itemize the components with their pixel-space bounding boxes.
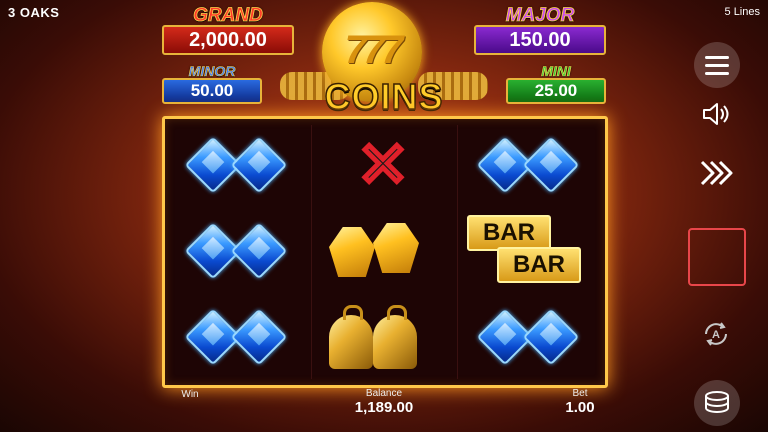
symbol-blue-diamond [169, 209, 309, 295]
balance-value: 1,189.00 [354, 399, 414, 416]
bar-label: BAR [497, 247, 581, 283]
gold-gem-icon [373, 223, 419, 273]
bet-label: Bet [572, 388, 588, 399]
jackpot-major-title: MAJOR [505, 5, 575, 26]
turbo-button[interactable] [698, 158, 734, 188]
blue-diamond-icon [230, 308, 288, 366]
bet-display[interactable]: Bet 1.00 [550, 388, 610, 416]
bell-icon [329, 305, 373, 369]
jackpot-mini-value: 25.00 [506, 78, 606, 104]
balance-label: Balance [365, 388, 403, 399]
brand-logo-text: 3 OAKS [8, 5, 60, 20]
symbol-x: ✕ [315, 123, 455, 209]
game-logo: 777 COINS [280, 0, 488, 118]
jackpot-mini-title: MINI [541, 63, 571, 79]
logo-title: COINS [324, 75, 444, 118]
sound-icon [703, 103, 729, 125]
menu-icon [705, 64, 729, 67]
balance-display: Balance 1,189.00 [334, 388, 434, 416]
win-display: Win [170, 389, 210, 400]
win-label: Win [181, 389, 199, 400]
jackpot-major-value: 150.00 [474, 25, 606, 55]
blue-diamond-icon [522, 308, 580, 366]
gold-gem-icon [329, 227, 375, 277]
menu-icon [705, 72, 729, 75]
blue-diamond-icon [522, 136, 580, 194]
bar-label: BAR [467, 215, 551, 251]
jackpot-major: MAJOR 150.00 [474, 6, 606, 55]
blue-diamond-icon [230, 136, 288, 194]
x-icon: ✕ [356, 131, 411, 200]
jackpot-minor-value: 50.00 [162, 78, 262, 104]
autoplay-button[interactable]: A [700, 318, 732, 350]
autoplay-icon: A [705, 322, 727, 346]
menu-icon [705, 56, 729, 59]
bet-settings-button[interactable] [694, 380, 740, 426]
reel-divider [311, 125, 312, 379]
jackpot-minor-title: MINOR [188, 63, 236, 79]
jackpot-grand: GRAND 2,000.00 [162, 6, 294, 55]
jackpot-minor: MINOR 50.00 [162, 64, 262, 104]
reel-divider [457, 125, 458, 379]
bell-icon [373, 305, 417, 369]
lines-count: 5 Lines [724, 6, 760, 18]
jackpot-grand-title: GRAND [193, 5, 263, 26]
symbol-blue-diamond [169, 295, 309, 381]
spin-button[interactable] [688, 228, 746, 286]
symbol-blue-diamond [461, 123, 601, 209]
fast-forward-icon [700, 160, 733, 186]
symbol-bar: BAR BAR [461, 209, 601, 295]
sound-button[interactable] [700, 100, 732, 128]
bet-value: 1.00 [565, 399, 595, 416]
coin-stack-icon [705, 391, 729, 413]
jackpot-mini: MINI 25.00 [506, 64, 606, 104]
logo-sevens: 777 [344, 28, 404, 72]
menu-button[interactable] [694, 42, 740, 88]
reel-frame: ✕ BAR BAR [162, 116, 608, 388]
svg-text:A: A [712, 329, 720, 341]
blue-diamond-icon [230, 222, 288, 280]
jackpot-grand-value: 2,000.00 [162, 25, 294, 55]
symbol-blue-diamond [169, 123, 309, 209]
symbol-gold-gem [315, 209, 455, 295]
symbol-golden-bell [315, 295, 455, 381]
symbol-blue-diamond [461, 295, 601, 381]
